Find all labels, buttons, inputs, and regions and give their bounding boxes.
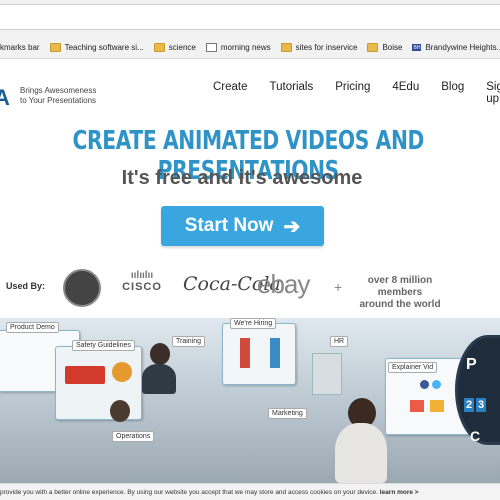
tagline-line: Brings Awesomeness bbox=[20, 86, 97, 95]
nav-pricing[interactable]: Pricing bbox=[335, 81, 370, 105]
cisco-text: CISCO bbox=[122, 281, 162, 293]
bookmark-item[interactable]: science bbox=[153, 42, 196, 52]
bhsd-icon: BH bbox=[412, 43, 422, 51]
tagline-line: to Your Presentations bbox=[20, 96, 97, 105]
bookmark-label: Teaching software si... bbox=[64, 42, 144, 52]
bookmark-item[interactable]: morning news bbox=[205, 42, 271, 52]
main-nav: Create Tutorials Pricing 4Edu Blog Sign … bbox=[213, 81, 500, 105]
banner-label: HR bbox=[330, 336, 349, 347]
facebook-icon bbox=[420, 380, 429, 389]
start-now-label: Start Now bbox=[184, 215, 274, 236]
bookmark-label: morning news bbox=[220, 42, 271, 52]
nav-4edu[interactable]: 4Edu bbox=[392, 81, 419, 105]
bookmark-item[interactable]: BH Brandywine Heights... bbox=[412, 43, 500, 52]
ebay-logo: ebay bbox=[257, 269, 310, 299]
folder-icon bbox=[153, 42, 165, 52]
bookmark-item[interactable]: kmarks bar bbox=[0, 43, 40, 52]
bookmark-label: kmarks bar bbox=[0, 42, 40, 52]
nav-create[interactable]: Create bbox=[213, 81, 248, 105]
folder-icon bbox=[49, 42, 61, 52]
badge-digit: 3 bbox=[476, 398, 486, 412]
folder-icon bbox=[367, 42, 379, 52]
starbucks-logo bbox=[63, 269, 101, 307]
badge-letter: P bbox=[466, 356, 477, 373]
figure-illustration bbox=[270, 338, 280, 368]
badge-digits: 2 3 bbox=[464, 398, 488, 412]
person-body bbox=[142, 364, 176, 394]
bookmark-item[interactable]: sites for inservice bbox=[280, 42, 358, 52]
worker-illustration bbox=[112, 362, 132, 382]
bookmark-label: sites for inservice bbox=[295, 42, 358, 52]
bookmark-item[interactable]: Teaching software si... bbox=[49, 42, 144, 52]
person-head bbox=[110, 400, 130, 422]
person-head bbox=[150, 343, 170, 365]
bookmark-item[interactable]: Boise bbox=[367, 42, 403, 52]
figure-illustration bbox=[240, 338, 250, 368]
nav-blog[interactable]: Blog bbox=[441, 81, 464, 105]
website: A Brings Awesomeness to Your Presentatio… bbox=[0, 59, 500, 500]
address-bar[interactable] bbox=[0, 4, 500, 30]
arrow-right-icon: ➔ bbox=[283, 215, 301, 238]
hero-banner-image: Product Demo Safety Guidelines Training … bbox=[0, 318, 500, 483]
members-line: around the world bbox=[359, 299, 441, 310]
banner-label: Training bbox=[172, 336, 206, 347]
nav-tutorials[interactable]: Tutorials bbox=[270, 81, 314, 105]
bookmarks-bar: kmarks bar Teaching software si... scien… bbox=[0, 36, 500, 59]
bookmark-label: science bbox=[168, 42, 196, 52]
banner-label: Safety Guidelines bbox=[72, 340, 135, 351]
cisco-logo: ıılıılıı CISCO bbox=[117, 270, 167, 294]
badge-digit: 2 bbox=[464, 398, 474, 412]
page-icon bbox=[205, 42, 217, 52]
banner-label: We're Hiring bbox=[230, 318, 277, 329]
hiring-card bbox=[222, 323, 296, 385]
folder-icon bbox=[280, 42, 292, 52]
bookmark-label: Brandywine Heights... bbox=[425, 42, 500, 52]
chart-icon bbox=[410, 400, 424, 412]
twitter-icon bbox=[432, 380, 441, 389]
browser-toolbar bbox=[0, 0, 500, 36]
members-count: over 8 million members around the world bbox=[352, 275, 448, 311]
chart-icon bbox=[430, 400, 444, 412]
badge-letter: C bbox=[470, 428, 481, 444]
start-now-button[interactable]: Start Now ➔ bbox=[161, 206, 324, 246]
nav-signup[interactable]: Sign up bbox=[486, 81, 500, 105]
person-body bbox=[335, 423, 387, 483]
truck-illustration bbox=[65, 366, 105, 384]
hr-illustration bbox=[312, 353, 342, 395]
bookmark-label: Boise bbox=[382, 42, 403, 52]
banner-label: Operations bbox=[112, 431, 155, 442]
banner-label: Product Demo bbox=[6, 322, 59, 333]
logo[interactable]: A bbox=[0, 85, 10, 111]
banner-label: Marketing bbox=[268, 408, 307, 419]
hero-subhead: It's free and it's awesome bbox=[121, 167, 363, 189]
plus-sign: + bbox=[334, 279, 343, 295]
cookie-text: provide you with a better online experie… bbox=[0, 489, 378, 496]
cisco-bars-icon: ıılıılıı bbox=[130, 270, 154, 281]
members-line: over 8 million members bbox=[367, 275, 433, 298]
banner-label: Explainer Vid bbox=[388, 362, 438, 373]
learn-more-link[interactable]: learn more > bbox=[380, 489, 419, 496]
cookie-notice: provide you with a better online experie… bbox=[0, 483, 500, 500]
used-by-label: Used By: bbox=[6, 281, 46, 291]
tagline: Brings Awesomeness to Your Presentations bbox=[20, 86, 120, 106]
